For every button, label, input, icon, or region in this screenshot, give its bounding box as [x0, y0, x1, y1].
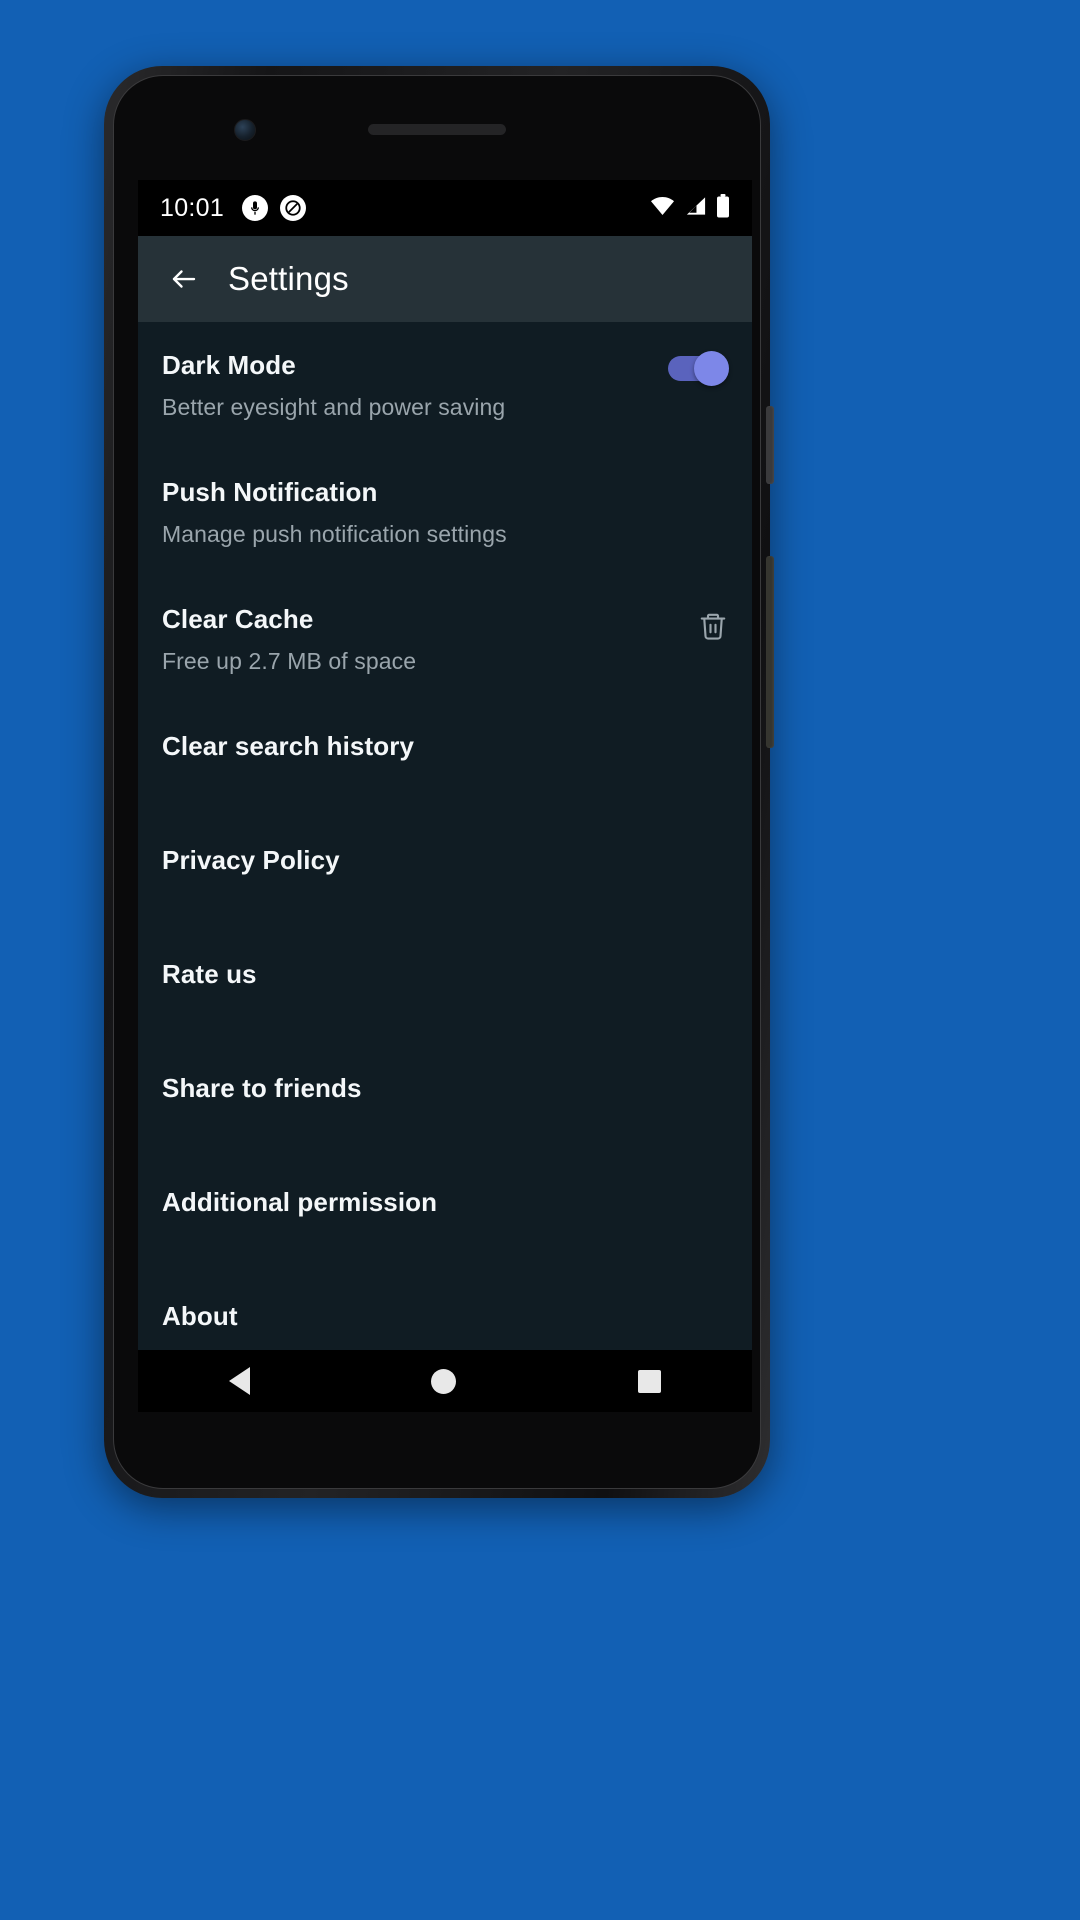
status-bar: 10:01 — [138, 180, 752, 236]
row-spacer — [138, 1015, 752, 1073]
list-item-action — [668, 350, 729, 386]
do-not-disturb-icon — [280, 195, 307, 221]
list-item-action — [668, 959, 728, 965]
list-item[interactable]: Clear Cache Free up 2.7 MB of space — [138, 604, 752, 675]
list-item-title: Dark Mode — [162, 350, 296, 380]
list-item-title: Push Notification — [162, 477, 378, 507]
list-item[interactable]: Clear search history — [138, 731, 752, 787]
phone-device: 10:01 Settings Dark Mode Better eyesight… — [104, 66, 774, 1498]
cellular-signal-icon — [684, 196, 707, 221]
row-spacer — [138, 901, 752, 959]
list-item-title: Additional permission — [162, 1187, 438, 1217]
row-spacer — [138, 548, 752, 604]
dark-mode-toggle[interactable] — [668, 351, 729, 386]
page-title: Settings — [228, 260, 349, 297]
android-nav-bar — [138, 1350, 752, 1412]
list-item-title: Clear Cache — [162, 604, 314, 634]
back-arrow-icon[interactable] — [162, 257, 206, 301]
wifi-icon — [650, 196, 675, 221]
phone-screen: 10:01 Settings Dark Mode Better eyesight… — [138, 180, 752, 1412]
list-item[interactable]: Share to friends — [138, 1073, 752, 1129]
list-item[interactable]: Additional permission — [138, 1187, 752, 1243]
nav-recents-icon[interactable] — [638, 1369, 662, 1393]
status-bar-time: 10:01 — [160, 193, 225, 222]
nav-back-icon[interactable] — [228, 1367, 250, 1395]
list-item[interactable]: About — [138, 1301, 752, 1350]
list-item-title: Rate us — [162, 959, 257, 989]
row-spacer — [138, 787, 752, 845]
list-item-action — [668, 845, 728, 851]
list-item-subtitle: Free up 2.7 MB of space — [162, 648, 417, 674]
list-item-action — [668, 477, 728, 483]
phone-bezel: 10:01 Settings Dark Mode Better eyesight… — [113, 75, 761, 1489]
list-item-title: Clear search history — [162, 731, 415, 761]
earpiece-speaker — [368, 124, 506, 135]
list-item-title: About — [162, 1301, 238, 1331]
list-item-action — [668, 1187, 728, 1193]
list-item[interactable]: Rate us — [138, 959, 752, 1015]
list-item-title: Share to friends — [162, 1073, 362, 1103]
status-bar-right-icons — [650, 193, 730, 223]
battery-icon — [716, 193, 730, 223]
status-bar-left-icons — [242, 195, 307, 221]
row-spacer — [138, 675, 752, 731]
row-spacer — [138, 421, 752, 477]
settings-list: Dark Mode Better eyesight and power savi… — [138, 322, 752, 1350]
list-item[interactable]: Privacy Policy — [138, 845, 752, 901]
list-item-title: Privacy Policy — [162, 845, 340, 875]
row-spacer — [138, 1243, 752, 1301]
list-item[interactable]: Push Notification Manage push notificati… — [138, 477, 752, 548]
microphone-icon — [242, 195, 269, 221]
front-camera — [234, 119, 256, 141]
nav-home-icon[interactable] — [431, 1368, 457, 1394]
list-item-subtitle: Better eyesight and power saving — [162, 394, 506, 420]
list-item-action[interactable] — [668, 604, 728, 647]
list-item-subtitle: Manage push notification settings — [162, 521, 507, 547]
row-spacer — [138, 1129, 752, 1187]
list-item[interactable]: Dark Mode Better eyesight and power savi… — [138, 350, 752, 421]
app-bar: Settings — [138, 236, 752, 322]
list-item-action — [668, 1073, 728, 1079]
list-item-action — [668, 1301, 728, 1307]
power-button[interactable] — [766, 406, 774, 484]
list-item-action — [668, 731, 728, 737]
trash-icon[interactable] — [698, 610, 728, 647]
volume-button[interactable] — [766, 556, 774, 748]
